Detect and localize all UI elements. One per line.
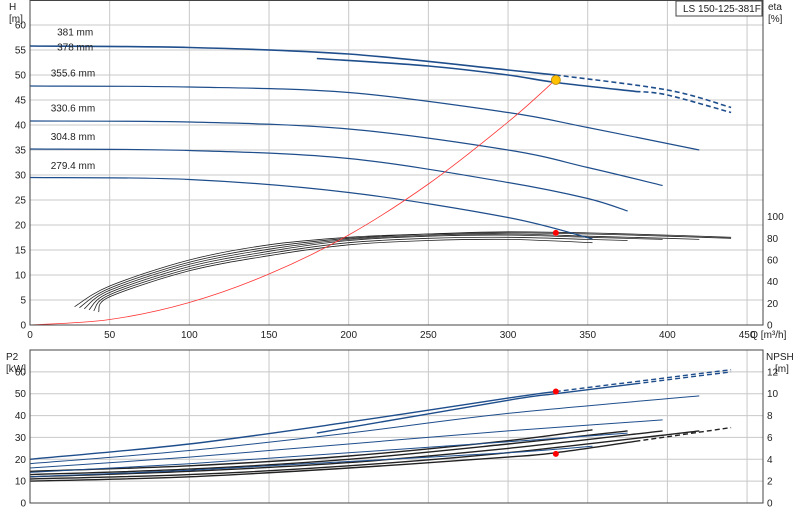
- flow-tick-label: 400: [659, 330, 676, 341]
- power-curve: [29, 390, 556, 460]
- head-tick-label: 55: [15, 46, 27, 57]
- flow-tick-label: 350: [579, 330, 596, 341]
- power-curve: [29, 395, 700, 465]
- eta-axis-unit: [%]: [768, 14, 783, 25]
- power-axis-unit: [kW]: [6, 364, 26, 375]
- flow-tick-label: 300: [500, 330, 517, 341]
- eta-tick-label: 100: [767, 212, 784, 223]
- power-curve-extension: [635, 371, 732, 385]
- power-chart-frame: [29, 349, 764, 504]
- head-curve-label: 355.6 mm: [51, 69, 95, 80]
- power-chart-series: [29, 369, 732, 482]
- head-curve-extension: [635, 90, 732, 114]
- flow-tick-label: 0: [27, 330, 33, 341]
- duty-point-marker: [550, 75, 561, 85]
- npsh-tick-label: 2: [767, 477, 773, 488]
- head-curve-label: 279.4 mm: [51, 161, 95, 172]
- head-chart-series: 381 mm 378 mm 355.6 mm 330.6 mm 304.8 mm 279.…: [29, 28, 732, 326]
- flow-axis-label: Q [m³/h]: [750, 330, 786, 341]
- power-curve-extension: [555, 369, 732, 393]
- head-tick-label: 20: [15, 221, 27, 232]
- head-chart-ticks: 0 5 10 15 20 25 30 35 40 45 50 55 60 0 50 100 150 200 250 3…: [15, 21, 784, 342]
- eta-tick-label: 80: [767, 234, 779, 245]
- flow-tick-label: 250: [420, 330, 437, 341]
- head-tick-label: 30: [15, 171, 27, 182]
- power-chart-grid: [30, 350, 763, 504]
- power-point-marker: [552, 388, 559, 395]
- head-efficiency-panel: 381 mm 378 mm 355.6 mm 330.6 mm 304.8 mm 279.…: [9, 0, 787, 341]
- head-curve-label: 378 mm: [57, 43, 93, 54]
- efficiency-curve: [83, 233, 700, 310]
- power-tick-label: 50: [15, 389, 27, 400]
- head-axis-unit: [m]: [9, 14, 23, 25]
- npsh-point-marker: [552, 450, 559, 457]
- power-tick-label: 20: [15, 455, 27, 466]
- flow-tick-label: 150: [261, 330, 278, 341]
- flow-tick-label: 50: [104, 330, 116, 341]
- flow-tick-label: 100: [181, 330, 198, 341]
- head-tick-label: 40: [15, 121, 27, 132]
- eta-tick-label: 20: [767, 299, 779, 310]
- flow-tick-label: 200: [340, 330, 357, 341]
- head-curve: [29, 148, 628, 212]
- npsh-tick-label: 4: [767, 455, 773, 466]
- npsh-tick-label: 0: [767, 499, 773, 510]
- power-axis-label: P2: [6, 352, 19, 363]
- power-tick-label: 0: [20, 499, 26, 510]
- head-tick-label: 10: [15, 271, 27, 282]
- power-npsh-panel: 0102030405060024681012 P2 [kW] NPSH [m]: [6, 349, 794, 510]
- npsh-tick-label: 10: [767, 389, 779, 400]
- efficiency-point-marker: [552, 229, 559, 236]
- head-curve-label: 304.8 mm: [51, 132, 95, 143]
- head-curve-label: 330.6 mm: [51, 104, 95, 115]
- head-chart-grid: [29, 0, 763, 326]
- head-tick-label: 45: [15, 96, 27, 107]
- power-curve: [29, 419, 663, 469]
- power-tick-label: 30: [15, 433, 27, 444]
- npsh-axis-unit: [m]: [775, 364, 789, 375]
- npsh-tick-label: 8: [767, 411, 773, 422]
- head-tick-label: 15: [15, 246, 27, 257]
- head-curve: [29, 85, 700, 151]
- eta-axis-label: eta: [768, 2, 782, 13]
- chart-title: LS 150-125-381F: [683, 4, 761, 15]
- power-tick-label: 10: [15, 477, 27, 488]
- head-tick-label: 0: [20, 321, 26, 332]
- head-tick-label: 50: [15, 71, 27, 82]
- power-chart-ticks: 0102030405060024681012: [15, 367, 779, 509]
- pump-performance-chart: 381 mm 378 mm 355.6 mm 330.6 mm 304.8 mm 279.…: [6, 0, 794, 510]
- head-chart-frame: [29, 0, 764, 326]
- power-tick-label: 40: [15, 411, 27, 422]
- eta-tick-label: 60: [767, 256, 779, 267]
- head-tick-label: 25: [15, 196, 27, 207]
- head-axis-label: H: [9, 2, 16, 13]
- npsh-tick-label: 6: [767, 433, 773, 444]
- head-curve-label: 381 mm: [57, 28, 93, 39]
- efficiency-curve: [74, 232, 732, 307]
- npsh-axis-label: NPSH: [766, 352, 794, 363]
- head-tick-label: 35: [15, 146, 27, 157]
- npsh-curve-extension: [635, 426, 732, 442]
- head-tick-label: 5: [20, 296, 26, 307]
- eta-tick-label: 40: [767, 277, 779, 288]
- head-curve: [29, 120, 663, 187]
